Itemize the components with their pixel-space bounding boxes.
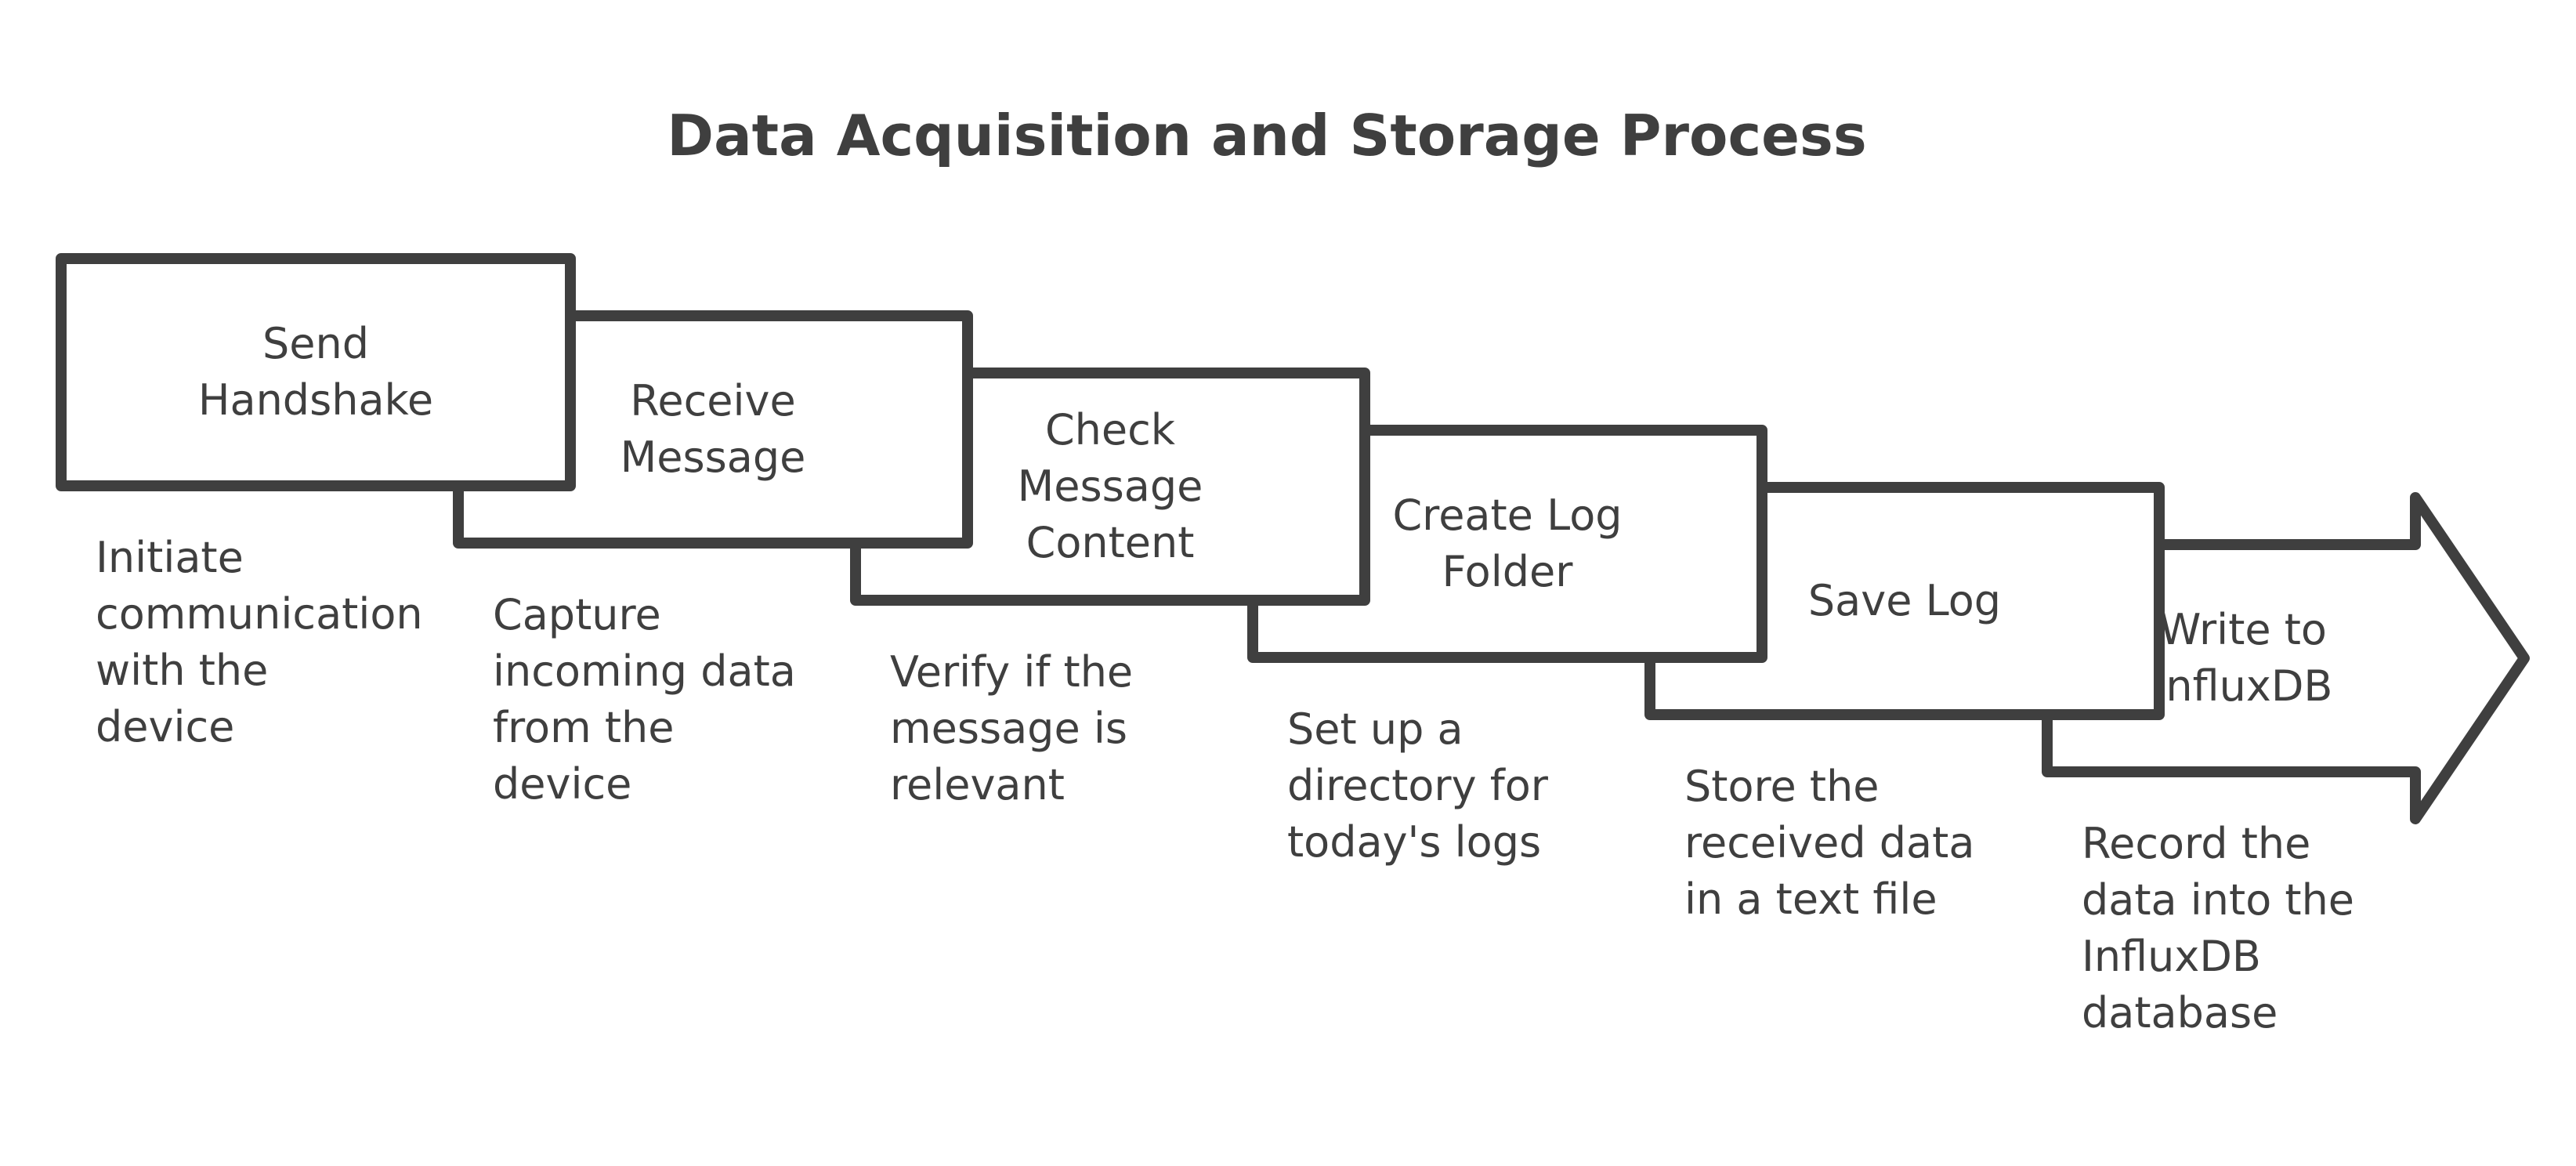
step-description: Store the — [1684, 762, 1880, 811]
step-label: Receive — [630, 376, 795, 425]
step-description: today's logs — [1287, 817, 1541, 867]
step-description: Set up a — [1287, 704, 1463, 754]
step-description: incoming data — [493, 646, 796, 696]
step-description: InfluxDB — [2082, 932, 2261, 981]
step-label: Message — [620, 433, 806, 482]
step-description: data into the — [2082, 875, 2354, 925]
step-description: device — [493, 759, 631, 809]
step-label: Write to — [2159, 605, 2327, 654]
step-label: Content — [1026, 518, 1195, 567]
step-description: communication — [96, 589, 423, 639]
step-label: Handshake — [198, 375, 433, 425]
step-label: Create Log — [1392, 491, 1622, 540]
step-description: directory for — [1287, 761, 1549, 810]
step-label: Send — [262, 319, 369, 368]
step-box — [56, 253, 576, 491]
diagram-title: Data Acquisition and Storage Process — [667, 103, 1866, 168]
step-label: Message — [1018, 462, 1203, 511]
step-label: InfluxDB — [2154, 661, 2333, 711]
step-label: Folder — [1442, 547, 1574, 596]
step-description: Capture — [493, 590, 661, 639]
step-description: from the — [493, 703, 674, 752]
step-description: in a text file — [1684, 874, 1937, 924]
step-description: message is — [890, 704, 1127, 753]
process-diagram: Data Acquisition and Storage Process Wri… — [56, 103, 2530, 1037]
step-label: Save Log — [1808, 576, 2001, 625]
step-description: relevant — [890, 760, 1065, 809]
step-description: Verify if the — [890, 647, 1133, 697]
step-description: Record the — [2082, 819, 2310, 868]
step-label: Check — [1045, 405, 1176, 454]
step-description: database — [2082, 988, 2278, 1037]
step-description: device — [96, 702, 234, 751]
step-description: received data — [1684, 818, 1974, 867]
steps-layer: Write to InfluxDB Record the data into the I… — [56, 253, 2530, 1037]
step-description: with the — [96, 646, 268, 695]
step-description: Initiate — [96, 533, 244, 582]
